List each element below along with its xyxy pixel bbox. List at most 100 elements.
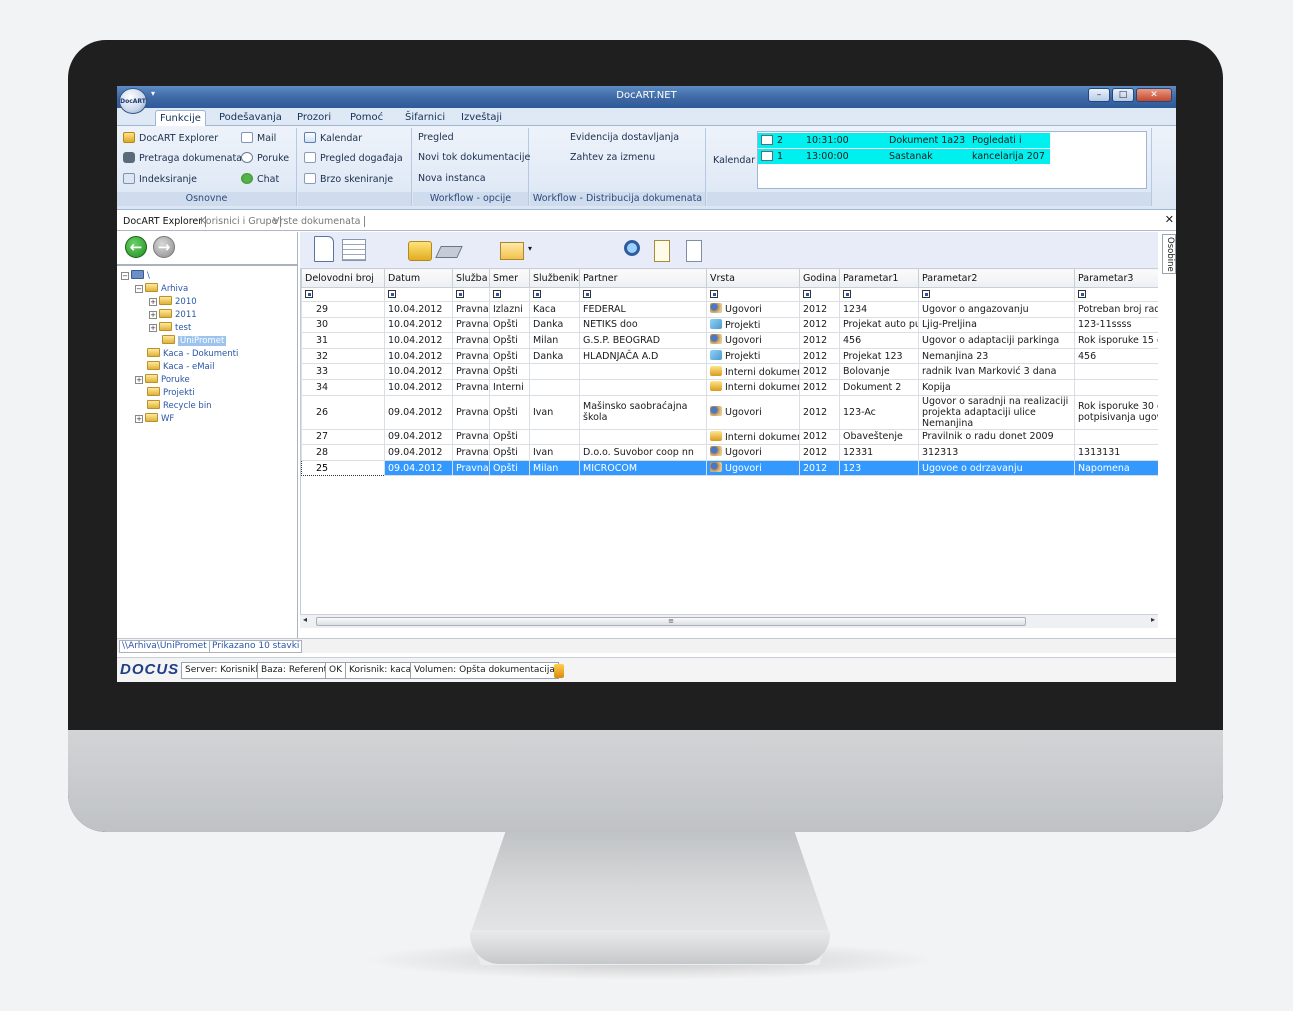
filter-cell[interactable] xyxy=(529,287,580,302)
docart-explorer-button[interactable]: DocART Explorer xyxy=(123,132,218,144)
table-cell[interactable]: Pravna xyxy=(452,316,490,334)
table-cell[interactable]: Ugovor o saradnji na realizaciji projekt… xyxy=(918,394,1075,430)
table-cell[interactable]: 33 xyxy=(301,363,385,380)
table-cell[interactable]: 26 xyxy=(301,394,385,430)
col-header[interactable]: Službenik xyxy=(529,268,580,288)
table-row[interactable]: 25 09.04.2012 Pravna Opšti Milan MICROCOM Ugov… xyxy=(301,459,1158,477)
tab-podesavanja[interactable]: Podešavanja xyxy=(215,110,286,126)
open-folder-icon[interactable] xyxy=(408,241,432,261)
table-cell[interactable]: Pravna xyxy=(452,394,490,430)
table-cell[interactable]: 2012 xyxy=(799,363,840,380)
table-cell[interactable]: 10.04.2012 xyxy=(384,301,453,318)
table-cell[interactable]: 32 xyxy=(301,347,385,365)
table-cell[interactable]: D.o.o. Suvobor coop nn xyxy=(579,444,707,461)
tree-item-poruke[interactable]: + Poruke xyxy=(135,374,190,386)
filter-cell[interactable] xyxy=(452,287,490,302)
filter-icon[interactable] xyxy=(843,290,851,298)
filter-cell[interactable] xyxy=(918,287,1075,302)
properties-side-tab[interactable]: Osobine xyxy=(1162,234,1176,274)
reminder-row[interactable]: 1 13:00:00 Sastanak kancelarija 207 xyxy=(758,149,1050,164)
tab-docart-explorer[interactable]: DocART Explorer xyxy=(120,216,207,227)
table-cell[interactable]: Pravna xyxy=(452,332,490,349)
col-header[interactable]: Parametar1 xyxy=(839,268,919,288)
table-cell[interactable]: Ugovor o adaptaciji parkinga xyxy=(918,332,1075,349)
table-cell[interactable]: Potreban broj radni xyxy=(1074,301,1158,318)
tree-item-wf[interactable]: + WF xyxy=(135,413,174,425)
table-cell[interactable]: Ivan xyxy=(529,444,580,461)
back-arrow-icon[interactable]: ← xyxy=(125,236,147,258)
search-documents-button[interactable]: Pretraga dokumenata xyxy=(123,152,242,164)
filter-cell[interactable] xyxy=(489,287,530,302)
table-cell[interactable]: 2012 xyxy=(799,378,840,396)
minimize-button[interactable]: – xyxy=(1088,88,1110,102)
table-cell[interactable]: 123 xyxy=(839,459,919,477)
envelope-icon[interactable] xyxy=(500,242,524,260)
table-cell[interactable]: Pravna xyxy=(452,459,490,477)
table-cell[interactable]: Opšti xyxy=(489,332,530,349)
tree-item-2010[interactable]: +2010 xyxy=(149,296,197,308)
table-cell[interactable] xyxy=(579,428,707,446)
quick-scan-button[interactable]: Brzo skeniranje xyxy=(304,173,393,185)
tree-item-arhiva[interactable]: − Arhiva xyxy=(135,283,188,295)
table-cell[interactable]: NETIKS doo xyxy=(579,316,707,334)
list-view-icon[interactable] xyxy=(342,239,366,261)
table-cell[interactable]: Ugovori xyxy=(706,394,800,430)
events-overview-button[interactable]: Pregled događaja xyxy=(304,152,403,164)
table-cell[interactable]: Ugovori xyxy=(706,301,800,318)
table-cell[interactable]: 28 xyxy=(301,444,385,461)
col-header[interactable]: Datum xyxy=(384,268,453,288)
tab-sifarnici[interactable]: Šifarnici xyxy=(401,110,449,126)
table-cell[interactable]: Izlazni xyxy=(489,301,530,318)
table-cell[interactable]: Mašinsko saobraćajna škola xyxy=(579,394,707,430)
table-cell[interactable]: 34 xyxy=(301,378,385,396)
filter-cell[interactable] xyxy=(839,287,919,302)
horizontal-scrollbar[interactable]: ◂ ≡ ▸ xyxy=(300,614,1158,628)
tree-item-kaca-email[interactable]: Kaca - eMail xyxy=(147,361,214,373)
table-cell[interactable]: 2012 xyxy=(799,301,840,318)
table-cell[interactable]: Pravilnik o radu donet 2009 xyxy=(918,428,1075,446)
new-flow-button[interactable]: Novi tok dokumentacije xyxy=(418,152,530,163)
messages-button[interactable]: Poruke xyxy=(241,152,289,164)
table-cell[interactable]: Opšti xyxy=(489,316,530,334)
table-cell[interactable]: 123-Ac xyxy=(839,394,919,430)
col-header[interactable]: Parametar2 xyxy=(918,268,1075,288)
table-cell[interactable]: 10.04.2012 xyxy=(384,378,453,396)
close-window-button[interactable]: ✕ xyxy=(1136,88,1172,102)
search-icon[interactable] xyxy=(624,240,640,256)
tree-item-projekti[interactable]: Projekti xyxy=(147,387,195,399)
table-cell[interactable]: Projekat auto put xyxy=(839,316,919,334)
table-row[interactable]: 31 10.04.2012 Pravna Opšti Milan G.S.P. BEOGR… xyxy=(301,332,1158,349)
table-cell[interactable]: Bolovanje xyxy=(839,363,919,380)
table-cell[interactable]: Dokument 2 xyxy=(839,378,919,396)
table-row[interactable]: 34 10.04.2012 Pravna Interni Interni dokumen… xyxy=(301,378,1158,396)
change-request-button[interactable]: Zahtev za izmenu xyxy=(570,152,655,163)
table-cell[interactable]: Ugovori xyxy=(706,444,800,461)
table-cell[interactable]: Opšti xyxy=(489,428,530,446)
table-cell[interactable]: Kaca xyxy=(529,301,580,318)
document-properties-icon[interactable] xyxy=(686,240,702,262)
table-cell[interactable]: 2012 xyxy=(799,347,840,365)
table-cell[interactable] xyxy=(1074,363,1158,380)
table-cell[interactable]: FEDERAL xyxy=(579,301,707,318)
expand-icon[interactable]: + xyxy=(135,415,143,423)
maximize-button[interactable]: □ xyxy=(1112,88,1134,102)
col-header[interactable]: Parametar3 xyxy=(1074,268,1158,288)
tab-izvestaji[interactable]: Izveštaji xyxy=(457,110,506,126)
table-cell[interactable]: 30 xyxy=(301,316,385,334)
table-cell[interactable]: 1313131 xyxy=(1074,444,1158,461)
table-cell[interactable] xyxy=(579,378,707,396)
filter-cell[interactable] xyxy=(1074,287,1158,302)
table-cell[interactable]: 10.04.2012 xyxy=(384,363,453,380)
table-row[interactable]: 27 09.04.2012 Pravna Opšti Interni dokumenti… xyxy=(301,428,1158,446)
col-header[interactable]: Smer xyxy=(489,268,530,288)
expand-icon[interactable]: + xyxy=(135,376,143,384)
table-cell[interactable] xyxy=(1074,378,1158,396)
table-cell[interactable]: Projekti xyxy=(706,316,800,334)
table-cell[interactable]: Danka xyxy=(529,347,580,365)
table-cell[interactable]: Interni dokumenti xyxy=(706,363,800,380)
table-cell[interactable]: 2012 xyxy=(799,459,840,477)
col-header[interactable]: Partner xyxy=(579,268,707,288)
table-cell[interactable]: 09.04.2012 xyxy=(384,394,453,430)
table-cell[interactable]: 10.04.2012 xyxy=(384,332,453,349)
dropdown-arrow-icon[interactable]: ▾ xyxy=(528,244,532,253)
